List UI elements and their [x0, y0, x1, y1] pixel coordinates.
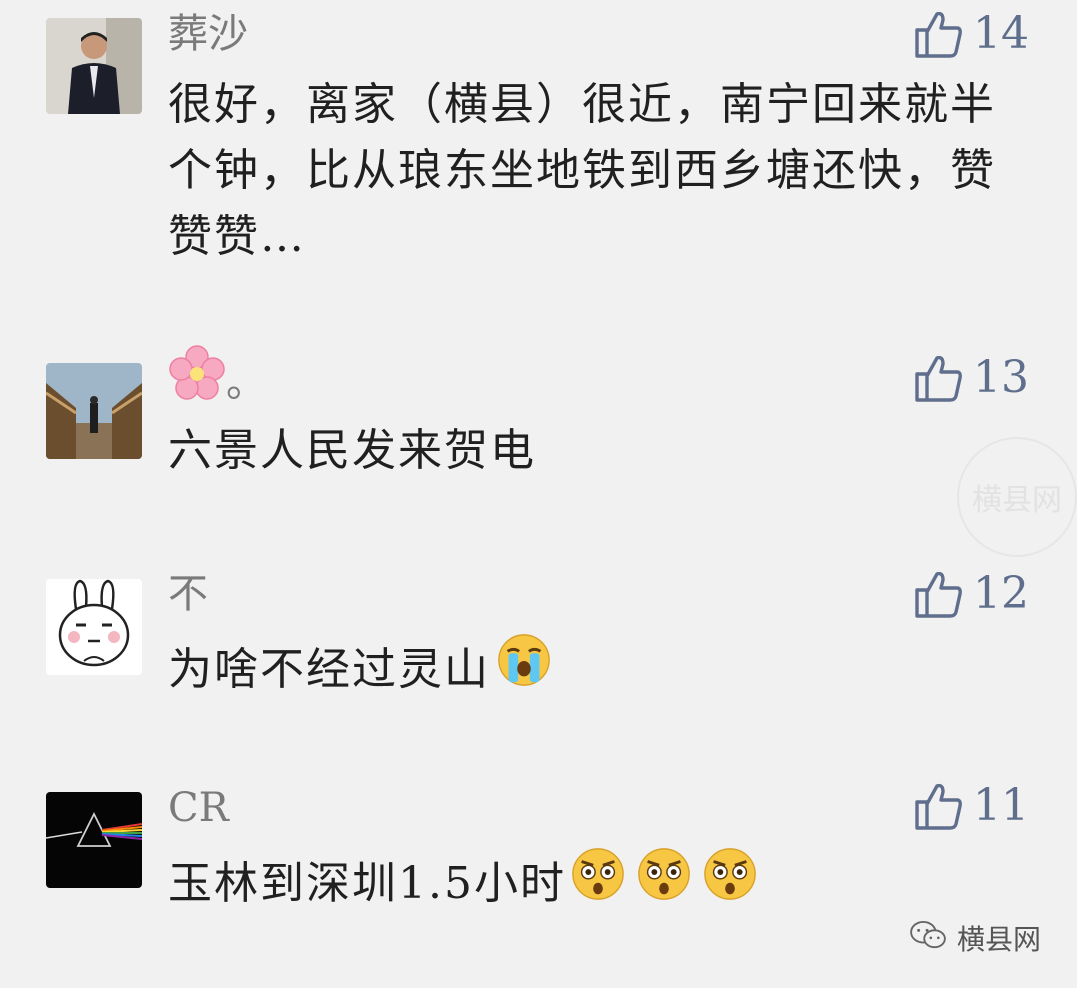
wechat-official-account-icon — [909, 920, 947, 957]
cherry-blossom-icon — [168, 345, 226, 403]
thumbs-up-icon — [913, 352, 963, 404]
comment-text: 为啥不经过灵山 — [168, 643, 490, 695]
like-button[interactable]: 12 — [913, 566, 1029, 622]
astonished-face-icon — [636, 846, 692, 921]
official-account-brand[interactable]: 横县网 — [909, 918, 1041, 958]
commenter-name: 不 — [168, 571, 208, 617]
astonished-face-icon — [570, 846, 626, 921]
thumbs-up-icon — [913, 780, 963, 832]
comment-text: 六景人民发来贺电 — [168, 425, 536, 476]
avatar[interactable] — [46, 579, 142, 675]
like-button[interactable]: 13 — [913, 350, 1029, 406]
like-button[interactable]: 14 — [913, 6, 1029, 62]
avatar[interactable] — [46, 792, 142, 888]
like-button[interactable]: 11 — [913, 778, 1029, 834]
comment-text: 玉林到深圳1.5小时 — [168, 857, 566, 909]
comment-text-row: 为啥不经过灵山 — [168, 632, 1028, 707]
loudly-crying-face-icon — [496, 632, 552, 707]
thumbs-up-icon — [913, 568, 963, 620]
site-watermark: 横县网 — [957, 437, 1077, 557]
avatar[interactable] — [46, 363, 142, 459]
thumbs-up-icon — [913, 8, 963, 60]
avatar[interactable] — [46, 18, 142, 114]
commenter-name: 葬沙 — [168, 11, 248, 57]
like-count: 12 — [973, 568, 1029, 619]
comment-text-row: 玉林到深圳1.5小时 — [168, 846, 1028, 921]
commenter-name: 。 — [226, 360, 266, 406]
astonished-face-icon — [702, 846, 758, 921]
like-count: 13 — [973, 352, 1029, 403]
commenter-name: CR — [168, 785, 229, 831]
watermark-text: 横县网 — [972, 483, 1062, 518]
commenter-name-row: 。 — [168, 345, 266, 403]
like-count: 11 — [973, 780, 1029, 831]
brand-name: 横县网 — [956, 923, 1041, 956]
like-count: 14 — [973, 8, 1029, 59]
comment-text: 很好，离家（横县）很近，南宁回来就半个钟，比从琅东坐地铁到西乡塘还快，赞赞赞… — [168, 79, 996, 262]
